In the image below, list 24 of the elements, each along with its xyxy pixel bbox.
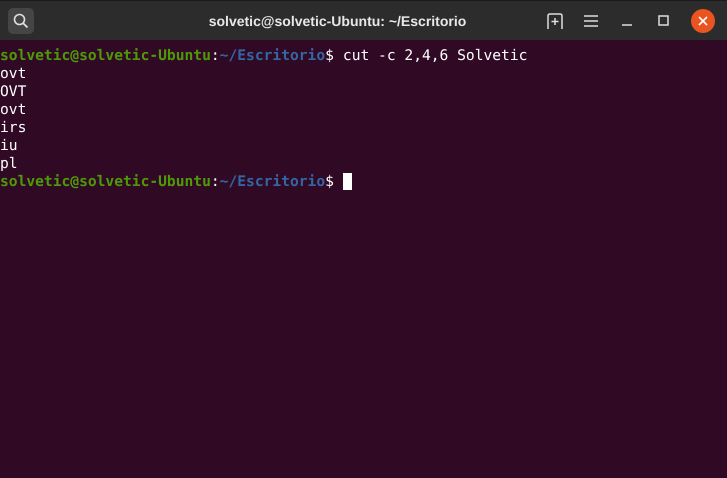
search-icon xyxy=(13,12,29,28)
prompt-separator: : xyxy=(210,47,220,65)
output-line: ovt xyxy=(0,65,26,83)
prompt-symbol: $ xyxy=(325,173,334,191)
output-line: pl xyxy=(0,155,18,173)
window-title: solvetic@solvetic-Ubuntu: ~/Escritorio xyxy=(208,12,468,28)
prompt-user-host: solvetic@solvetic-Ubuntu xyxy=(0,173,211,191)
search-button[interactable] xyxy=(8,8,34,34)
output-line: irs xyxy=(0,119,26,137)
plus-icon xyxy=(546,12,564,30)
command-text: cut -c 2,4,6 Solvetic xyxy=(342,47,528,65)
prompt-separator: : xyxy=(210,173,220,191)
output-line: iu xyxy=(0,137,18,155)
menu-icon xyxy=(584,14,598,26)
prompt-path: ~/Escritorio xyxy=(220,47,326,65)
minimize-icon xyxy=(622,24,632,26)
prompt-path: ~/Escritorio xyxy=(220,173,326,191)
maximize-icon xyxy=(658,15,668,26)
output-line: ovt xyxy=(0,101,26,119)
prompt-symbol: $ xyxy=(325,47,334,65)
close-button[interactable] xyxy=(691,8,715,32)
close-icon xyxy=(698,16,708,26)
output-line: OVT xyxy=(0,83,26,101)
prompt-user-host: solvetic@solvetic-Ubuntu xyxy=(0,47,211,65)
